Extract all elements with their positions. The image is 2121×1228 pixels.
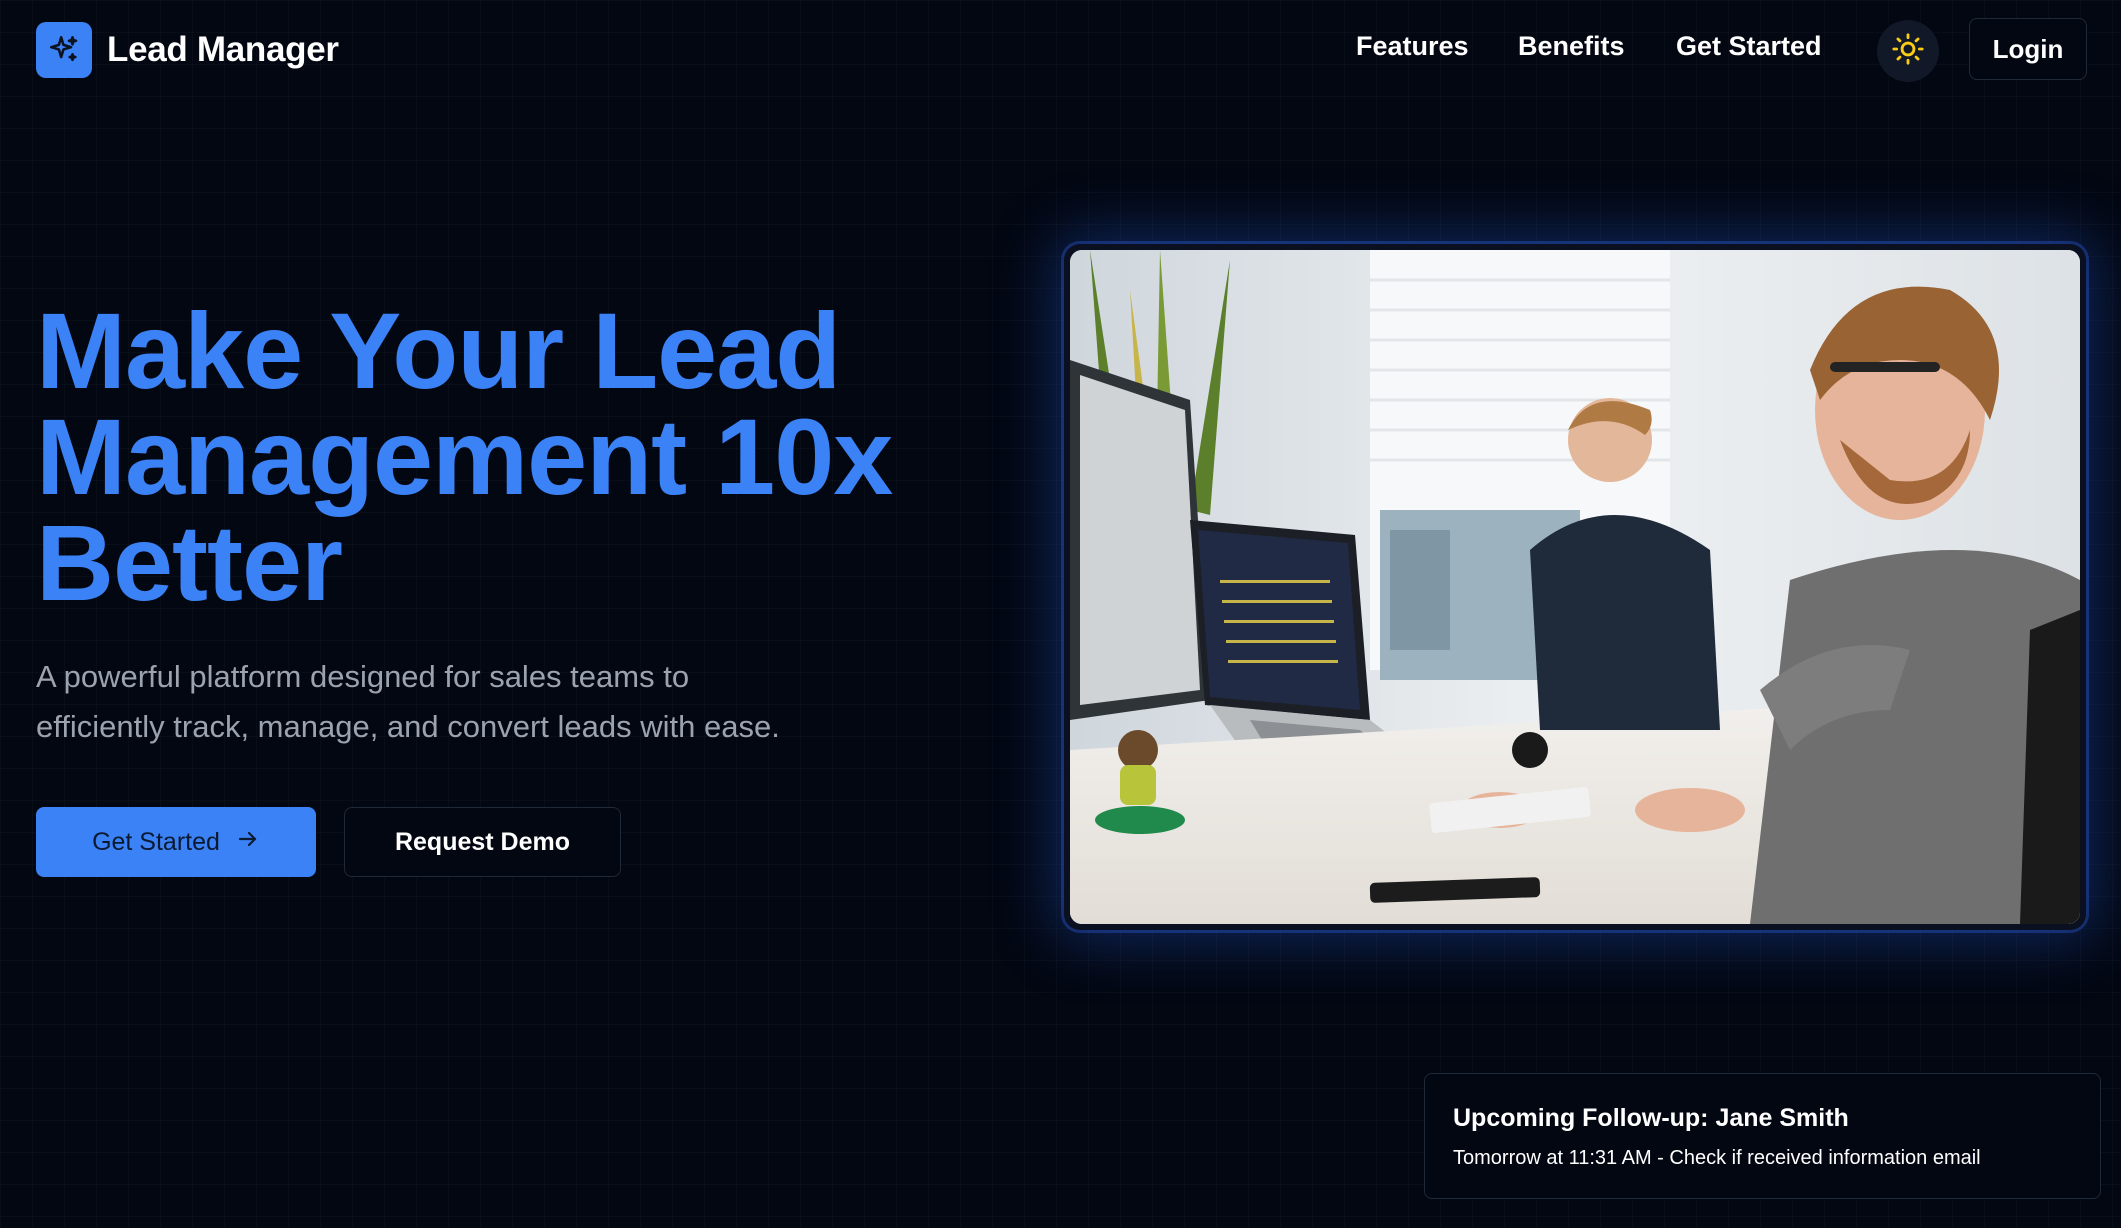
sun-icon xyxy=(1891,32,1925,71)
office-photo xyxy=(1070,250,2080,924)
hero-title: Make Your Lead Management 10x Better xyxy=(36,290,996,623)
hero-title-line: Better xyxy=(36,502,343,623)
hero-subtitle-line: A powerful platform designed for sales t… xyxy=(36,659,690,694)
hero-title-line: Management 10x xyxy=(36,396,893,517)
brand-name: Lead Manager xyxy=(107,30,339,69)
nav-link-benefits[interactable]: Benefits xyxy=(1518,31,1625,62)
follow-up-notification[interactable]: Upcoming Follow-up: Jane Smith Tomorrow … xyxy=(1424,1073,2101,1199)
nav-link-get-started[interactable]: Get Started xyxy=(1676,31,1822,62)
theme-toggle-button[interactable] xyxy=(1877,20,1939,82)
arrow-right-icon xyxy=(236,827,260,858)
sparkles-icon xyxy=(36,22,92,78)
request-demo-button[interactable]: Request Demo xyxy=(344,807,621,877)
hero-image-card xyxy=(1064,244,2086,930)
hero-subtitle: A powerful platform designed for sales t… xyxy=(36,652,936,752)
hero-subtitle-line: efficiently track, manage, and convert l… xyxy=(36,709,780,744)
notification-text: Tomorrow at 11:31 AM - Check if received… xyxy=(1453,1147,1981,1169)
hero-title-line: Make Your Lead xyxy=(36,290,841,411)
get-started-label: Get Started xyxy=(92,827,220,856)
nav-link-features[interactable]: Features xyxy=(1356,31,1469,62)
navbar: Lead Manager Features Benefits Get Start… xyxy=(0,0,2121,102)
get-started-button[interactable]: Get Started xyxy=(36,807,316,877)
brand-link[interactable]: Lead Manager xyxy=(36,22,339,78)
notification-title: Upcoming Follow-up: Jane Smith xyxy=(1453,1104,1849,1132)
login-button[interactable]: Login xyxy=(1969,18,2087,80)
